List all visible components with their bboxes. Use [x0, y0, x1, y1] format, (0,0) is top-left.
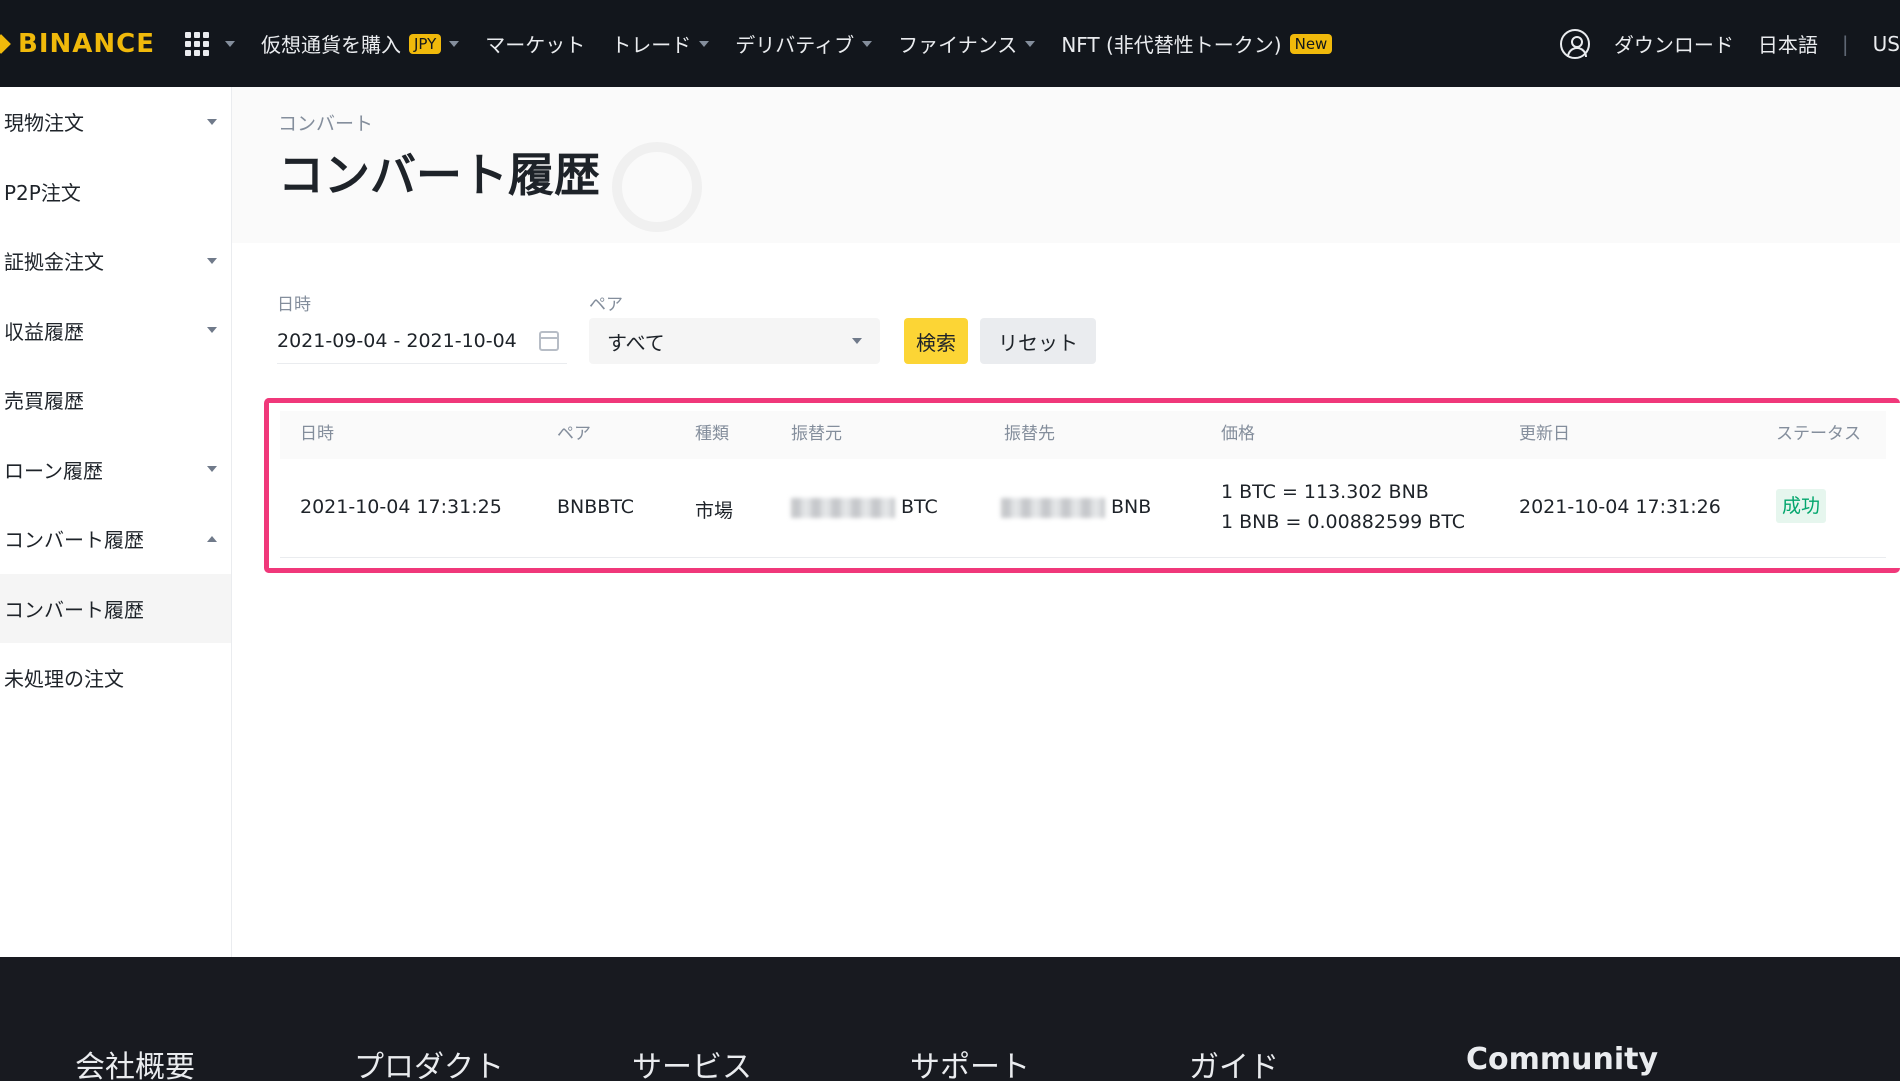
chevron-down-icon: [449, 40, 460, 47]
download-link[interactable]: ダウンロード: [1614, 29, 1734, 58]
search-button[interactable]: 検索: [904, 318, 968, 364]
sidebar-item-label: 証拠金注文: [4, 250, 104, 275]
sidebar-item-earn-history[interactable]: 収益履歴: [0, 296, 231, 366]
sidebar-item-label: 売買履歴: [4, 389, 84, 414]
row-pair: BNBBTC: [557, 496, 635, 518]
row-from: BTC: [791, 496, 938, 518]
sidebar-item-label: ローン履歴: [4, 458, 103, 483]
nav-buy-crypto[interactable]: 仮想通貨を購入 JPY: [260, 29, 460, 58]
sidebar-item-label: コンバート履歴: [4, 528, 144, 553]
footer-community[interactable]: Community: [1466, 1042, 1658, 1077]
convert-watermark-icon: [612, 142, 702, 232]
sidebar-item-label: 現物注文: [4, 111, 84, 136]
nav-trade-label: トレード: [611, 33, 692, 57]
nav-markets-label: マーケット: [485, 33, 586, 57]
brand-name: BINANCE: [18, 28, 155, 59]
redacted-amount: [791, 497, 895, 518]
nav-markets[interactable]: マーケット: [485, 29, 585, 58]
row-to: BNB: [1001, 496, 1151, 518]
nav-finance[interactable]: ファイナンス: [898, 29, 1036, 58]
chevron-down-icon: [207, 257, 217, 264]
chevron-down-icon: [852, 338, 862, 344]
chevron-down-icon: [207, 327, 217, 334]
chevron-down-icon: [862, 40, 873, 47]
column-header-type: 種類: [695, 424, 729, 444]
status-badge: 成功: [1776, 489, 1827, 523]
breadcrumb[interactable]: コンバート: [278, 109, 373, 136]
nav-derivatives-label: デリバティブ: [735, 33, 855, 57]
page-header: コンバート コンバート履歴: [232, 87, 1900, 243]
pair-select-value: すべて: [607, 330, 665, 355]
new-badge: New: [1289, 33, 1333, 54]
nav-buy-crypto-label: 仮想通貨を購入: [260, 33, 401, 57]
row-date: 2021-10-04 17:31:25: [300, 496, 502, 518]
redacted-amount: [1001, 497, 1105, 518]
column-header-from: 振替元: [791, 424, 842, 444]
date-range-input[interactable]: 2021-09-04 - 2021-10-04: [277, 318, 567, 364]
column-header-status: ステータス: [1776, 424, 1861, 444]
chevron-down-icon: [224, 40, 235, 47]
nav-derivatives[interactable]: デリバティブ: [735, 29, 873, 58]
sidebar-item-open-orders[interactable]: 未処理の注文: [0, 643, 231, 713]
row-price-line-1: 1 BTC = 113.302 BNB: [1221, 481, 1429, 503]
table-header: [280, 411, 1886, 459]
currency-selector[interactable]: US: [1873, 32, 1900, 56]
row-from-unit: BTC: [901, 496, 938, 518]
calendar-icon[interactable]: [539, 330, 559, 351]
binance-logo[interactable]: BINANCE: [0, 29, 155, 59]
column-header-to: 振替先: [1004, 424, 1055, 444]
chevron-down-icon: [1025, 40, 1036, 47]
column-header-pair: ペア: [557, 424, 591, 444]
chevron-down-icon: [699, 40, 710, 47]
sidebar: 現物注文 P2P注文 証拠金注文 収益履歴 売買履歴 ローン履歴 コンバート履歴…: [0, 87, 232, 957]
row-updated: 2021-10-04 17:31:26: [1519, 496, 1721, 518]
footer-services[interactable]: サービス: [632, 1042, 752, 1086]
apps-menu-button[interactable]: [184, 31, 235, 56]
date-filter-label: 日時: [277, 295, 311, 315]
chevron-down-icon: [207, 466, 217, 473]
nav-finance-label: ファイナンス: [898, 33, 1018, 57]
footer-about[interactable]: 会社概要: [75, 1042, 195, 1086]
footer-guide[interactable]: ガイド: [1189, 1042, 1279, 1086]
sidebar-item-convert-history-group[interactable]: コンバート履歴: [0, 504, 231, 574]
column-header-price: 価格: [1221, 424, 1255, 444]
binance-logo-icon: [0, 33, 11, 54]
pair-filter-label: ペア: [589, 295, 623, 315]
nav-nft-label: NFT (非代替性トークン): [1061, 33, 1282, 57]
top-navbar: BINANCE 仮想通貨を購入 JPY マーケット トレード デリバティブ ファ…: [0, 0, 1900, 87]
sidebar-item-margin-orders[interactable]: 証拠金注文: [0, 226, 231, 296]
row-to-unit: BNB: [1111, 496, 1152, 518]
sidebar-item-convert-history[interactable]: コンバート履歴: [0, 573, 231, 643]
sidebar-item-trade-history[interactable]: 売買履歴: [0, 365, 231, 435]
jpy-badge: JPY: [408, 33, 442, 54]
row-divider: [280, 557, 1886, 558]
column-header-date: 日時: [300, 424, 334, 444]
column-header-updated: 更新日: [1519, 424, 1570, 444]
nav-divider: |: [1841, 31, 1849, 56]
apps-grid-icon: [184, 31, 209, 56]
footer-support[interactable]: サポート: [910, 1042, 1030, 1086]
chevron-up-icon: [207, 535, 217, 542]
reset-button[interactable]: リセット: [980, 318, 1096, 364]
sidebar-item-label: P2P注文: [4, 180, 81, 205]
sidebar-item-p2p-orders[interactable]: P2P注文: [0, 157, 231, 227]
sidebar-item-label: 未処理の注文: [4, 667, 124, 692]
footer-products[interactable]: プロダクト: [354, 1042, 504, 1086]
sidebar-item-spot-orders[interactable]: 現物注文: [0, 87, 231, 157]
language-selector[interactable]: 日本語: [1758, 29, 1818, 58]
row-price-line-2: 1 BNB = 0.00882599 BTC: [1221, 511, 1466, 533]
row-type: 市場: [695, 500, 734, 522]
user-account-icon[interactable]: [1559, 28, 1590, 59]
nav-nft[interactable]: NFT (非代替性トークン) New: [1061, 29, 1333, 58]
chevron-down-icon: [207, 118, 217, 125]
pair-select[interactable]: すべて: [589, 318, 880, 364]
page-title: コンバート履歴: [278, 148, 600, 202]
row-status: 成功: [1776, 489, 1827, 523]
date-range-value: 2021-09-04 - 2021-10-04: [277, 329, 517, 352]
sidebar-item-label: コンバート履歴: [4, 597, 144, 622]
sidebar-item-loan-history[interactable]: ローン履歴: [0, 435, 231, 505]
nav-trade[interactable]: トレード: [611, 29, 710, 58]
sidebar-item-label: 収益履歴: [4, 319, 84, 344]
